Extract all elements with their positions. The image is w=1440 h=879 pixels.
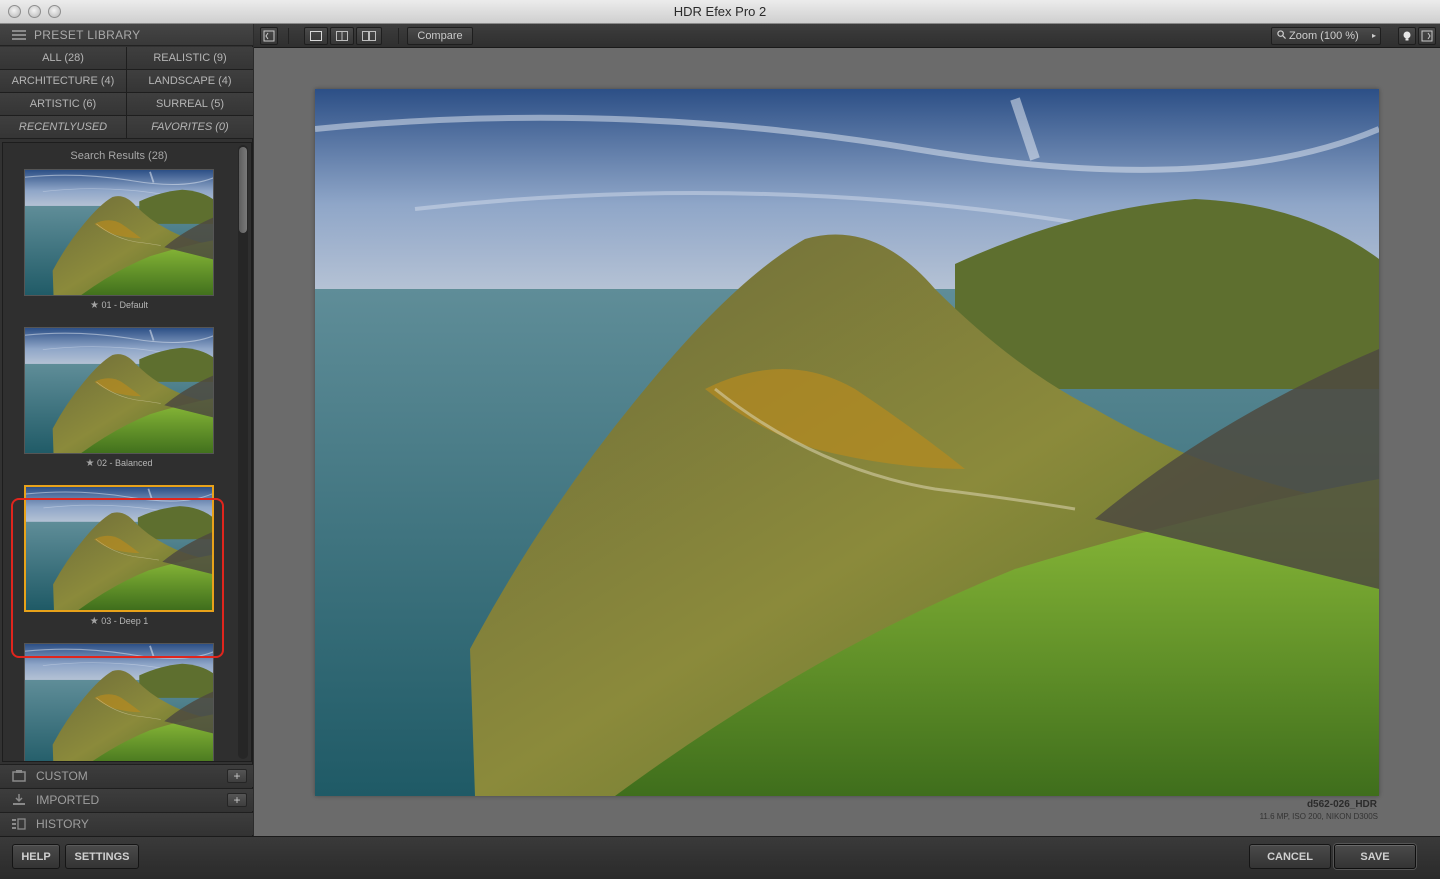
filter-artistic[interactable]: ARTISTIC (6) — [0, 93, 126, 115]
filter-surreal[interactable]: SURREAL (5) — [127, 93, 253, 115]
filter-architecture[interactable]: ARCHITECTURE (4) — [0, 70, 126, 92]
selected-preset-highlight — [11, 498, 224, 658]
zoom-dropdown[interactable]: Zoom (100 %) ▸ — [1271, 27, 1381, 45]
results-scroll-thumb[interactable] — [239, 147, 247, 233]
single-view-icon — [310, 31, 322, 41]
side-by-side-view-button[interactable] — [356, 27, 382, 45]
preset-thumbnail[interactable] — [24, 327, 214, 454]
lightbulb-icon — [1403, 31, 1411, 41]
cancel-button[interactable]: CANCEL — [1249, 844, 1331, 869]
preset-library-panel: PRESET LIBRARY ALL (28) REALISTIC (9) AR… — [0, 24, 253, 836]
panel-toggle-icon — [263, 30, 275, 42]
import-icon — [12, 794, 26, 806]
preset-library-header[interactable]: PRESET LIBRARY — [0, 24, 253, 46]
split-view-button[interactable] — [330, 27, 354, 45]
add-imported-button[interactable]: + — [227, 793, 247, 807]
bottom-bar: HELP SETTINGS CANCEL SAVE — [0, 836, 1440, 879]
star-icon[interactable]: ★ — [90, 300, 99, 311]
image-info: 11.6 MP, ISO 200, NIKON D300S — [1259, 812, 1378, 821]
filter-recently-used[interactable]: RECENTLYUSED — [0, 116, 126, 138]
settings-button[interactable]: SETTINGS — [65, 844, 139, 869]
filter-favorites[interactable]: FAVORITES (0) — [127, 116, 253, 138]
magnifier-icon — [1277, 30, 1286, 42]
help-button[interactable]: HELP — [12, 844, 60, 869]
title-bar: HDR Efex Pro 2 — [0, 0, 1440, 24]
search-results-label: Search Results (28) — [70, 150, 168, 162]
top-toolbar: Compare Zoom (100 %) ▸ — [254, 24, 1440, 48]
list-icon — [12, 29, 26, 41]
filter-all[interactable]: ALL (28) — [0, 47, 126, 69]
results-scrollbar[interactable] — [238, 145, 248, 759]
history-icon — [12, 818, 26, 830]
filter-realistic[interactable]: REALISTIC (9) — [127, 47, 253, 69]
loupe-toggle-button[interactable] — [1398, 27, 1416, 45]
imported-label: IMPORTED — [36, 793, 100, 807]
save-button[interactable]: SAVE — [1334, 844, 1416, 869]
zoom-label: Zoom (100 %) — [1289, 30, 1359, 42]
star-icon[interactable]: ★ — [85, 458, 94, 469]
preset-library-title: PRESET LIBRARY — [34, 27, 141, 42]
toggle-left-panel-button[interactable] — [260, 27, 278, 45]
panel-toggle-icon — [1421, 30, 1433, 42]
imported-section[interactable]: IMPORTED + — [0, 788, 253, 811]
custom-section[interactable]: CUSTOM + — [0, 764, 253, 787]
custom-label: CUSTOM — [36, 769, 88, 783]
filter-landscape[interactable]: LANDSCAPE (4) — [127, 70, 253, 92]
image-filename: d562-026_HDR — [1306, 799, 1377, 810]
preset-label: ★ 01 - Default — [89, 300, 148, 311]
history-section[interactable]: HISTORY — [0, 812, 253, 835]
custom-icon — [12, 770, 26, 782]
history-label: HISTORY — [36, 817, 89, 831]
search-results-list[interactable]: Search Results (28) ★ 01 - Default ★ 02 … — [2, 142, 252, 762]
preset-thumbnail[interactable] — [24, 643, 214, 761]
image-preview-area[interactable]: d562-026_HDR 11.6 MP, ISO 200, NIKON D30… — [254, 48, 1440, 836]
compare-button[interactable]: Compare — [407, 27, 473, 45]
side-by-side-icon — [362, 31, 376, 41]
chevron-right-icon: ▸ — [1371, 31, 1376, 40]
add-custom-button[interactable]: + — [227, 769, 247, 783]
single-view-button[interactable] — [304, 27, 328, 45]
preset-thumbnail[interactable] — [24, 169, 214, 296]
toggle-right-panel-button[interactable] — [1418, 27, 1436, 45]
preview-image[interactable] — [315, 89, 1379, 796]
preset-label: ★ 02 - Balanced — [85, 458, 153, 469]
window-title: HDR Efex Pro 2 — [673, 4, 767, 19]
category-filters: ALL (28) REALISTIC (9) ARCHITECTURE (4) … — [0, 47, 253, 139]
split-view-icon — [336, 31, 348, 41]
